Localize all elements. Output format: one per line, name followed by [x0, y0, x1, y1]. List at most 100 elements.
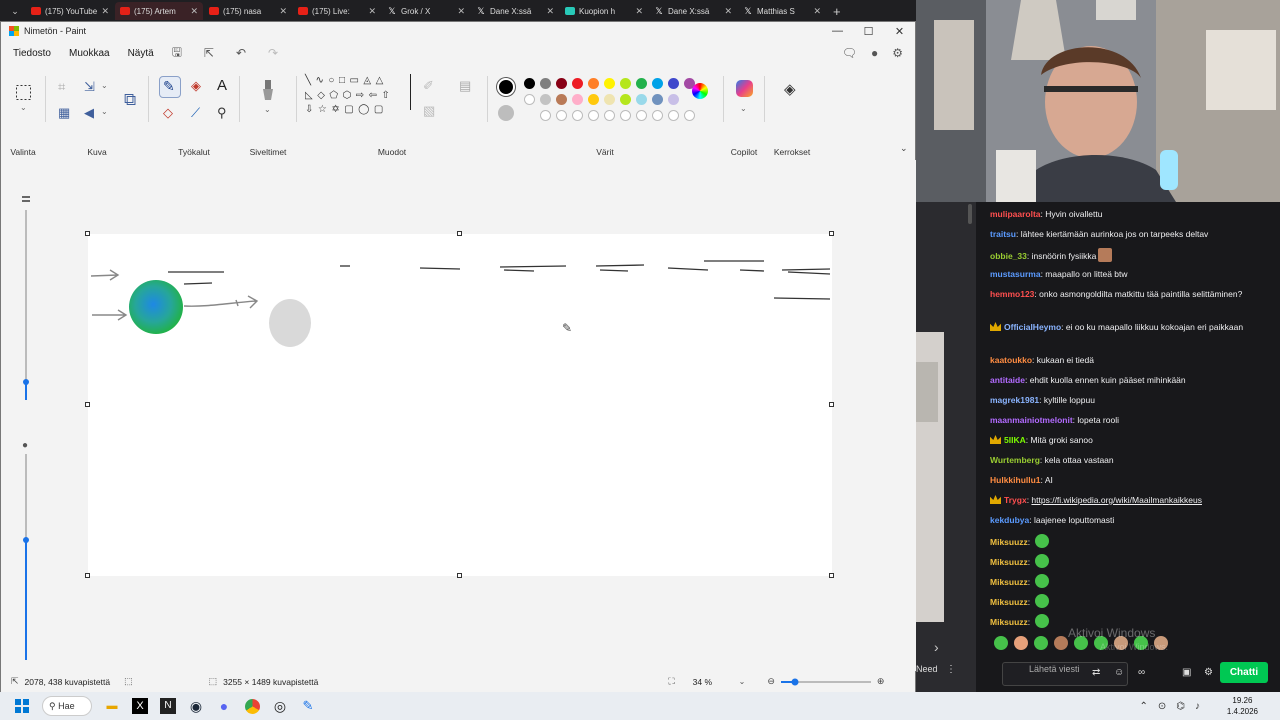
zoom-slider[interactable] — [780, 677, 871, 687]
chevron-down-icon[interactable]: ⌄ — [101, 82, 108, 90]
chevron-down-icon[interactable]: ⌄ — [20, 104, 27, 112]
redo-icon[interactable]: ↷ — [268, 46, 278, 60]
resize-icon[interactable]: ⇲ — [84, 80, 95, 93]
minimize-icon[interactable]: — — [822, 25, 853, 38]
zoom-out-icon[interactable]: ⊖ — [767, 676, 775, 687]
chat-username[interactable]: OfficialHeymo — [1004, 322, 1061, 332]
chat-username[interactable]: kaatoukko — [990, 355, 1032, 365]
save-icon[interactable]: 🖫 — [172, 43, 182, 64]
shape-outline-icon[interactable]: ✐ — [423, 79, 434, 92]
palette-color-swatch[interactable] — [540, 94, 551, 105]
chat-link[interactable]: https://fi.wikipedia.org/wiki/Maailmanka… — [1031, 495, 1202, 505]
paint-taskbar-icon[interactable]: ✎ — [294, 692, 322, 720]
palette-color-swatch[interactable] — [636, 94, 647, 105]
undo-icon[interactable]: ↶ — [236, 46, 246, 60]
chevron-down-icon[interactable]: ⌄ — [264, 106, 271, 114]
shape-fill-icon[interactable]: ▤ — [459, 79, 471, 92]
browser-tab[interactable]: (175) nasa ✕ — [204, 2, 292, 20]
discord-icon[interactable]: ● — [210, 692, 238, 720]
tab-close-icon[interactable]: ✕ — [546, 6, 554, 17]
emote-icon[interactable] — [1054, 636, 1068, 650]
secondary-color-swatch[interactable] — [498, 105, 514, 121]
palette-color-swatch[interactable] — [604, 78, 615, 89]
palette-color-swatch[interactable] — [620, 78, 631, 89]
pencil-icon[interactable]: ✎ — [163, 79, 175, 93]
custom-color-slot[interactable] — [572, 110, 583, 121]
fit-to-window-icon[interactable]: ⛶ — [668, 676, 674, 687]
chat-settings-gear-icon[interactable]: ⚙ — [1204, 667, 1213, 678]
chat-username[interactable]: mustasurma — [990, 269, 1041, 279]
zoom-dropdown-chevron-icon[interactable]: ⌄ — [739, 677, 746, 686]
palette-color-swatch[interactable] — [556, 94, 567, 105]
palette-color-swatch[interactable] — [524, 94, 535, 105]
tray-chevron-icon[interactable]: ⌃ — [1139, 701, 1147, 712]
tab-close-icon[interactable]: ✕ — [635, 6, 643, 17]
rectangle-select-icon[interactable] — [15, 84, 32, 101]
custom-color-slot[interactable] — [620, 110, 631, 121]
palette-color-swatch[interactable] — [668, 78, 679, 89]
tab-close-icon[interactable]: ✕ — [101, 6, 109, 17]
chat-username[interactable]: 5IIKA — [1004, 435, 1026, 445]
layers-icon[interactable]: ◈ — [784, 82, 796, 97]
custom-color-slot[interactable] — [684, 110, 695, 121]
chat-username[interactable]: magrek1981 — [990, 395, 1039, 405]
eraser-icon[interactable]: ◇ — [163, 106, 173, 119]
network-icon[interactable]: ⌬ — [1176, 701, 1185, 712]
browser-tab[interactable]: (175) YouTube ✕ — [26, 2, 114, 20]
microphone-icon[interactable]: ⊙ — [1158, 701, 1166, 712]
chat-username[interactable]: Miksuuzz — [990, 557, 1028, 567]
chrome-icon[interactable] — [238, 692, 266, 720]
crop-icon[interactable]: ⌗ — [58, 80, 65, 93]
palette-color-swatch[interactable] — [572, 94, 583, 105]
custom-color-slot[interactable] — [636, 110, 647, 121]
image-select-icon[interactable]: ⧉ — [124, 91, 136, 108]
zoom-level[interactable]: 34 % — [689, 677, 739, 687]
store-icon[interactable]: ▣ — [1182, 667, 1191, 678]
browser-tab[interactable]: 𝕏 Grok / X ✕ — [382, 2, 470, 20]
translate-icon[interactable]: ⇄ — [1092, 667, 1100, 678]
custom-color-slot[interactable] — [540, 110, 551, 121]
chat-username[interactable]: Miksuuzz — [990, 577, 1028, 587]
palette-color-swatch[interactable] — [572, 78, 583, 89]
x-app-icon[interactable]: X — [126, 692, 154, 720]
chat-username[interactable]: Wurtemberg — [990, 455, 1040, 465]
remove-background-icon[interactable]: ▦ — [58, 106, 70, 119]
chat-username[interactable]: Miksuuzz — [990, 617, 1028, 627]
palette-color-swatch[interactable] — [604, 94, 615, 105]
chat-username[interactable]: Miksuuzz — [990, 597, 1028, 607]
volume-icon[interactable]: ♪ — [1195, 701, 1200, 712]
shapes-gallery[interactable]: ╲∿○□▭◬△ ◺◇⬠⬡⇨⇦⇧ ⇩☆✡▢◯▢ — [305, 74, 409, 122]
more-options-icon[interactable]: ⋮ — [946, 664, 956, 675]
palette-color-swatch[interactable] — [556, 78, 567, 89]
custom-color-slot[interactable] — [588, 110, 599, 121]
emoji-icon[interactable]: ☺ — [1114, 667, 1124, 678]
edit-colors-icon[interactable] — [692, 83, 708, 99]
palette-color-swatch[interactable] — [588, 94, 599, 105]
tab-close-icon[interactable]: ✕ — [457, 6, 465, 17]
browser-tab[interactable]: 𝕏 Dane X:ssä ✕ — [471, 2, 559, 20]
custom-color-slot[interactable] — [652, 110, 663, 121]
browser-tab[interactable]: 𝕏 Matthias S ✕ — [738, 2, 826, 20]
chat-username[interactable]: traitsu — [990, 229, 1016, 239]
copilot-icon[interactable] — [736, 80, 753, 97]
chat-message-input[interactable]: Lähetä viesti — [1002, 662, 1128, 686]
palette-color-swatch[interactable] — [524, 78, 535, 89]
obs-icon[interactable]: ◎ — [266, 692, 294, 720]
chat-scrollbar[interactable] — [968, 204, 972, 224]
tab-close-icon[interactable]: ✕ — [279, 6, 287, 17]
chat-username[interactable]: hemmo123 — [990, 289, 1034, 299]
chat-send-button[interactable]: Chatti — [1220, 662, 1268, 683]
magnifier-icon[interactable]: ⚲ — [217, 106, 227, 119]
tab-close-icon[interactable]: ✕ — [190, 6, 198, 17]
account-icon[interactable]: ● — [871, 46, 878, 60]
share-icon[interactable]: ⇱ — [204, 46, 214, 60]
palette-color-swatch[interactable] — [652, 94, 663, 105]
chat-username[interactable]: maanmainiotmelonit — [990, 415, 1073, 425]
shape-fill-style-icon[interactable]: ▧ — [423, 104, 435, 117]
drawing-canvas[interactable]: ✎ — [88, 234, 832, 576]
chat-username[interactable]: obbie_33 — [990, 251, 1027, 261]
browser-tab[interactable]: (175) Artem ✕ — [115, 2, 203, 20]
tab-close-icon[interactable]: ✕ — [813, 6, 821, 17]
taskbar-search[interactable]: ⚲ Hae — [42, 696, 92, 716]
windows-start-icon[interactable] — [8, 692, 36, 720]
